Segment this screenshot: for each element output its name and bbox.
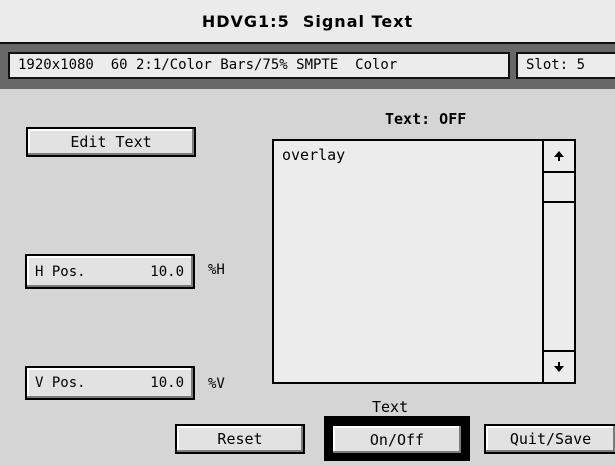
format-status-field: 1920x1080 60 2:1/Color Bars/75% SMPTE Co… — [8, 52, 510, 79]
h-pos-unit: %H — [208, 262, 225, 278]
h-pos-label: H Pos. — [35, 263, 86, 280]
window-title-text: HDVG1:5 Signal Text — [201, 11, 414, 31]
arrow-up-icon — [554, 151, 564, 161]
text-onoff-caption: Text — [372, 398, 409, 416]
quit-save-button[interactable]: Quit/Save — [484, 424, 615, 454]
h-pos-button[interactable]: H Pos. 10.0 — [25, 254, 195, 289]
scroll-thumb[interactable] — [544, 173, 574, 203]
reset-button-label: Reset — [217, 430, 263, 448]
scroll-down-button[interactable] — [544, 350, 574, 382]
text-scrollbar[interactable] — [542, 141, 574, 382]
text-onoff-button[interactable]: On/Off — [331, 424, 463, 455]
v-pos-button[interactable]: V Pos. 10.0 — [25, 366, 195, 400]
text-status-label: Text: OFF — [385, 110, 467, 128]
window-title: HDVG1:5 Signal Text — [0, 0, 615, 44]
text-content[interactable]: overlay — [274, 141, 542, 382]
edit-text-button[interactable]: Edit Text — [26, 127, 196, 157]
reset-button[interactable]: Reset — [175, 424, 305, 454]
text-onoff-selection-frame: On/Off — [324, 416, 470, 461]
quit-save-button-label: Quit/Save — [509, 430, 592, 448]
edit-text-button-label: Edit Text — [70, 133, 152, 151]
slot-status-field: Slot: 5 — [516, 52, 615, 79]
text-content-box[interactable]: overlay — [272, 139, 576, 384]
arrow-down-icon — [554, 362, 564, 372]
v-pos-value: 10.0 — [150, 375, 184, 391]
text-onoff-button-label: On/Off — [369, 430, 425, 449]
h-pos-value: 10.0 — [150, 263, 184, 280]
scroll-up-button[interactable] — [544, 141, 574, 173]
status-bar: 1920x1080 60 2:1/Color Bars/75% SMPTE Co… — [0, 44, 615, 89]
v-pos-unit: %V — [208, 376, 225, 392]
v-pos-label: V Pos. — [35, 375, 86, 391]
